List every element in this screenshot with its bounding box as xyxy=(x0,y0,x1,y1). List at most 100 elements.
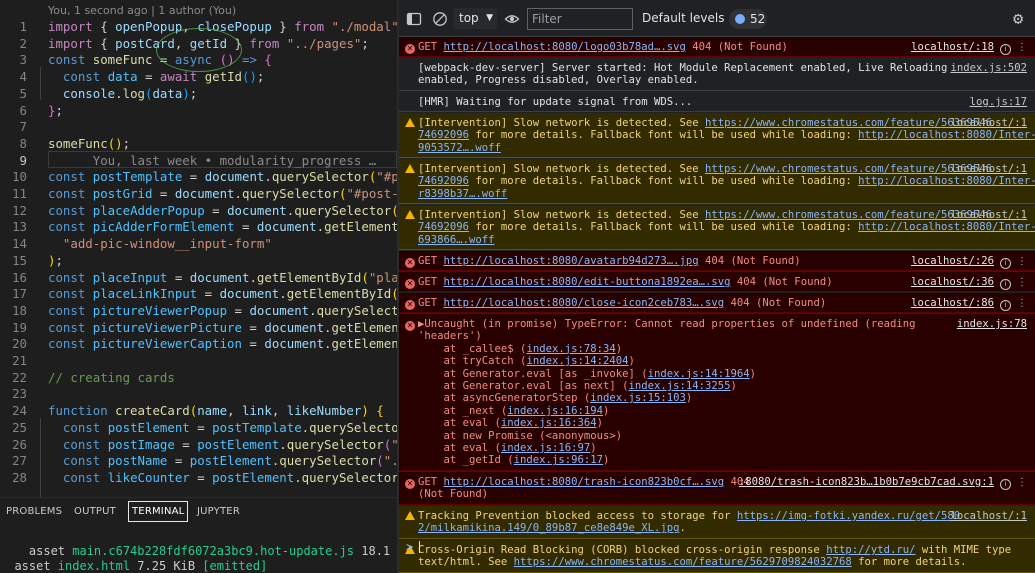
code-line[interactable]: 20 const pictureViewerCaption = document.… xyxy=(0,336,397,353)
code-line[interactable]: 18 const pictureViewerPopup = document.qu… xyxy=(0,303,397,320)
message-link[interactable]: http://localhost:8080/avatarb94d273….jpg xyxy=(444,255,699,267)
code-line[interactable]: 16 const placeInput = document.getElement… xyxy=(0,270,397,287)
kebab-menu-icon[interactable]: ⋮ xyxy=(1017,477,1027,489)
code-line[interactable]: 11 const postGrid = document.querySelecto… xyxy=(0,186,397,203)
source-link[interactable]: localhost/:26 i ⋮ xyxy=(911,255,1027,269)
ai-insight-icon[interactable]: i xyxy=(1000,258,1011,269)
source-link[interactable]: localhost/:1 xyxy=(950,209,1027,221)
message-link[interactable]: r8398b37….woff xyxy=(418,188,507,200)
message-link[interactable]: 693866….woff xyxy=(418,234,495,246)
console-warning[interactable]: [Intervention] Slow network is detected.… xyxy=(399,113,1035,158)
code-line[interactable]: 24 function createCard(name, link, likeNu… xyxy=(0,403,397,420)
code-line[interactable]: 7 xyxy=(0,119,397,136)
message-link[interactable]: index.js:96:17 xyxy=(514,454,603,466)
message-link[interactable]: https://www.chromestatus.com/feature/563… xyxy=(705,209,992,221)
live-expression-icon[interactable] xyxy=(504,11,520,27)
message-link[interactable]: index.js:15:103 xyxy=(590,392,686,404)
ai-insight-icon[interactable]: i xyxy=(1000,44,1011,55)
kebab-menu-icon[interactable]: ⋮ xyxy=(1017,256,1027,268)
console-message[interactable]: [webpack-dev-server] Server started: Hot… xyxy=(399,58,1035,91)
code-line[interactable]: 22 // creating cards xyxy=(0,370,397,387)
code-line[interactable]: 15); xyxy=(0,253,397,270)
source-link[interactable]: log.js:17 xyxy=(970,96,1027,108)
message-link[interactable]: 74692096 xyxy=(418,129,469,141)
console-error[interactable]: ✕ GET http://localhost:8080/edit-buttona1… xyxy=(399,272,1035,292)
filter-input[interactable] xyxy=(527,8,633,30)
ai-insight-icon[interactable]: i xyxy=(1000,479,1011,490)
tab-output[interactable]: OUTPUT xyxy=(74,506,116,517)
message-link[interactable]: http://localhost:8080/close-icon2ceb783…… xyxy=(444,297,725,309)
console-error[interactable]: ✕ GET http://localhost:8080/logo03b78ad….… xyxy=(399,37,1035,57)
tab-terminal[interactable]: TERMINAL xyxy=(128,501,189,522)
message-link[interactable]: 74692096 xyxy=(418,175,469,187)
console-warning[interactable]: [Intervention] Slow network is detected.… xyxy=(399,205,1035,250)
message-link[interactable]: index.js:16:364 xyxy=(501,417,597,429)
kebab-menu-icon[interactable]: ⋮ xyxy=(1017,42,1027,54)
message-link[interactable]: http://localhost:8080/Inter-Blackc xyxy=(858,221,1035,233)
code-line[interactable]: 9 You, last week • modularity_progress … xyxy=(0,153,397,170)
code-line[interactable]: 12 const placeAdderPopup = document.query… xyxy=(0,203,397,220)
tab-problems[interactable]: PROBLEMS xyxy=(6,506,62,517)
message-link[interactable]: http://localhost:8080/Inter-Medium xyxy=(858,129,1035,141)
log-levels-dropdown[interactable]: Default levels▼ xyxy=(642,11,737,25)
code-line[interactable]: 19 const pictureViewerPicture = document.… xyxy=(0,320,397,337)
kebab-menu-icon[interactable]: ⋮ xyxy=(1017,277,1027,289)
context-selector[interactable]: top ▼ xyxy=(453,8,497,29)
issues-button[interactable]: 52 xyxy=(729,9,767,29)
code-line[interactable]: 8 someFunc(); xyxy=(0,136,397,153)
code-line[interactable]: 6}; xyxy=(0,103,397,120)
source-link[interactable]: localhost/:1 xyxy=(950,163,1027,175)
message-link[interactable]: index.js:14:1964 xyxy=(648,368,750,380)
code-line[interactable]: 23 xyxy=(0,386,397,403)
console-error[interactable]: ✕ ▶Uncaught (in promise) TypeError: Canno… xyxy=(399,314,1035,471)
message-link[interactable]: https://www.chromestatus.com/feature/563… xyxy=(705,163,992,175)
code-line[interactable]: 14 "add-pic-window__input-form" xyxy=(0,236,397,253)
message-link[interactable]: https://img-fotki.yandex.ru/get/580 xyxy=(737,510,960,522)
message-link[interactable]: http://localhost:8080/Inter-Regula xyxy=(858,175,1035,187)
ai-insight-icon[interactable]: i xyxy=(1000,300,1011,311)
message-link[interactable]: index.js:14:2404 xyxy=(526,355,628,367)
console-error[interactable]: ✕ GET http://localhost:8080/close-icon2ce… xyxy=(399,293,1035,313)
code-line[interactable]: 25 const postElement = postTemplate.quer… xyxy=(0,420,397,437)
clear-console-icon[interactable] xyxy=(432,11,448,27)
source-link[interactable]: index.js:502 xyxy=(950,62,1027,74)
message-link[interactable]: 2/milkamikina.149/0_89b87_ce8e849e_XL.jp… xyxy=(418,522,680,534)
message-link[interactable]: 74692096 xyxy=(418,221,469,233)
message-link[interactable]: index.js:16:97 xyxy=(501,442,590,454)
source-link[interactable]: localhost/:18 i ⋮ xyxy=(911,41,1027,55)
source-link[interactable]: localhost/:1 xyxy=(950,510,1027,522)
tab-jupyter[interactable]: JUPYTER xyxy=(197,506,240,517)
console-warning[interactable]: Tracking Prevention blocked access to st… xyxy=(399,506,1035,539)
message-link[interactable]: http://localhost:8080/edit-buttona1892ea… xyxy=(444,276,731,288)
code-line[interactable]: 26 const postImage = postElement.querySe… xyxy=(0,437,397,454)
console-error[interactable]: ✕ GET http://localhost:8080/avatarb94d273… xyxy=(399,251,1035,271)
console-warning[interactable]: [Intervention] Slow network is detected.… xyxy=(399,159,1035,204)
message-link[interactable]: index.js:14:3255 xyxy=(628,380,730,392)
message-link[interactable]: https://www.chromestatus.com/feature/563… xyxy=(705,117,992,129)
code-line[interactable]: 13 const picAdderFormElement = document.g… xyxy=(0,219,397,236)
source-link[interactable]: localhost/:36 i ⋮ xyxy=(911,276,1027,290)
code-line[interactable]: 27 const postName = postElement.querySel… xyxy=(0,453,397,470)
code-editor[interactable]: You, 1 second ago | 1 author (You) 1 impo… xyxy=(0,0,397,497)
source-link[interactable]: :8080/trash-icon823b…1b0b7e9cb7cad.svg:1… xyxy=(739,476,1027,490)
message-link[interactable]: http://localhost:8080/logo03b78ad….svg xyxy=(444,41,686,53)
console-error[interactable]: ✕ GET http://localhost:8080/trash-icon823… xyxy=(399,472,1035,505)
kebab-menu-icon[interactable]: ⋮ xyxy=(1017,298,1027,310)
console-message[interactable]: [HMR] Waiting for update signal from WDS… xyxy=(399,92,1035,112)
message-link[interactable]: index.js:78:34 xyxy=(526,343,615,355)
code-line[interactable]: 17 const placeLinkInput = document.getEle… xyxy=(0,286,397,303)
message-link[interactable]: index.js:16:194 xyxy=(507,405,603,417)
code-line[interactable]: 28 const likeCounter = postElement.query… xyxy=(0,470,397,487)
source-link[interactable]: localhost/:86 i ⋮ xyxy=(911,297,1027,311)
gear-icon[interactable]: ⚙ xyxy=(1013,9,1023,29)
code-line[interactable]: 5 console.log(data); xyxy=(0,86,397,103)
message-link[interactable]: http://localhost:8080/trash-icon823b0cf…… xyxy=(444,476,725,488)
ai-insight-icon[interactable]: i xyxy=(1000,279,1011,290)
source-link[interactable]: index.js:78 xyxy=(957,318,1027,330)
source-link[interactable]: localhost/:1 xyxy=(950,117,1027,129)
message-link[interactable]: 9053572….woff xyxy=(418,142,501,154)
sidebar-toggle-icon[interactable] xyxy=(406,11,422,27)
message-link[interactable]: https://www.chromestatus.com/feature/562… xyxy=(514,556,852,568)
console-prompt[interactable]: > xyxy=(399,539,1035,555)
code-line[interactable]: 21 xyxy=(0,353,397,370)
